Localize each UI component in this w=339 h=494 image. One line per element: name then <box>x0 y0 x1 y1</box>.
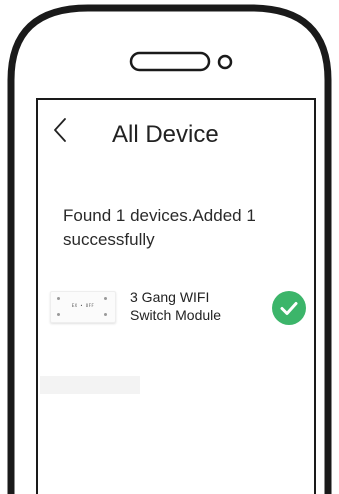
device-list-item[interactable]: EX • OFF 3 Gang WIFI Switch Module <box>38 280 314 336</box>
device-thumbnail-label: EX • OFF <box>71 303 95 308</box>
page-title: All Device <box>112 121 219 148</box>
scan-result-message: Found 1 devices.Added 1 successfully <box>63 206 256 249</box>
device-name-line-2: Switch Module <box>130 307 222 323</box>
device-name-line-1: 3 Gang WIFI <box>130 289 210 305</box>
speaker-slot <box>129 51 211 72</box>
camera-dot <box>217 54 233 70</box>
checkmark-icon <box>280 302 298 315</box>
chevron-left-icon <box>54 118 66 142</box>
back-button[interactable] <box>46 114 74 146</box>
loading-placeholder <box>40 376 140 394</box>
device-thumbnail: EX • OFF <box>50 291 116 323</box>
app-screen: All Device Found 1 devices.Added 1 succe… <box>38 100 314 494</box>
device-name: 3 Gang WIFI Switch Module <box>130 288 270 324</box>
top-bar: All Device <box>38 100 314 162</box>
check-circle-icon <box>272 291 306 325</box>
